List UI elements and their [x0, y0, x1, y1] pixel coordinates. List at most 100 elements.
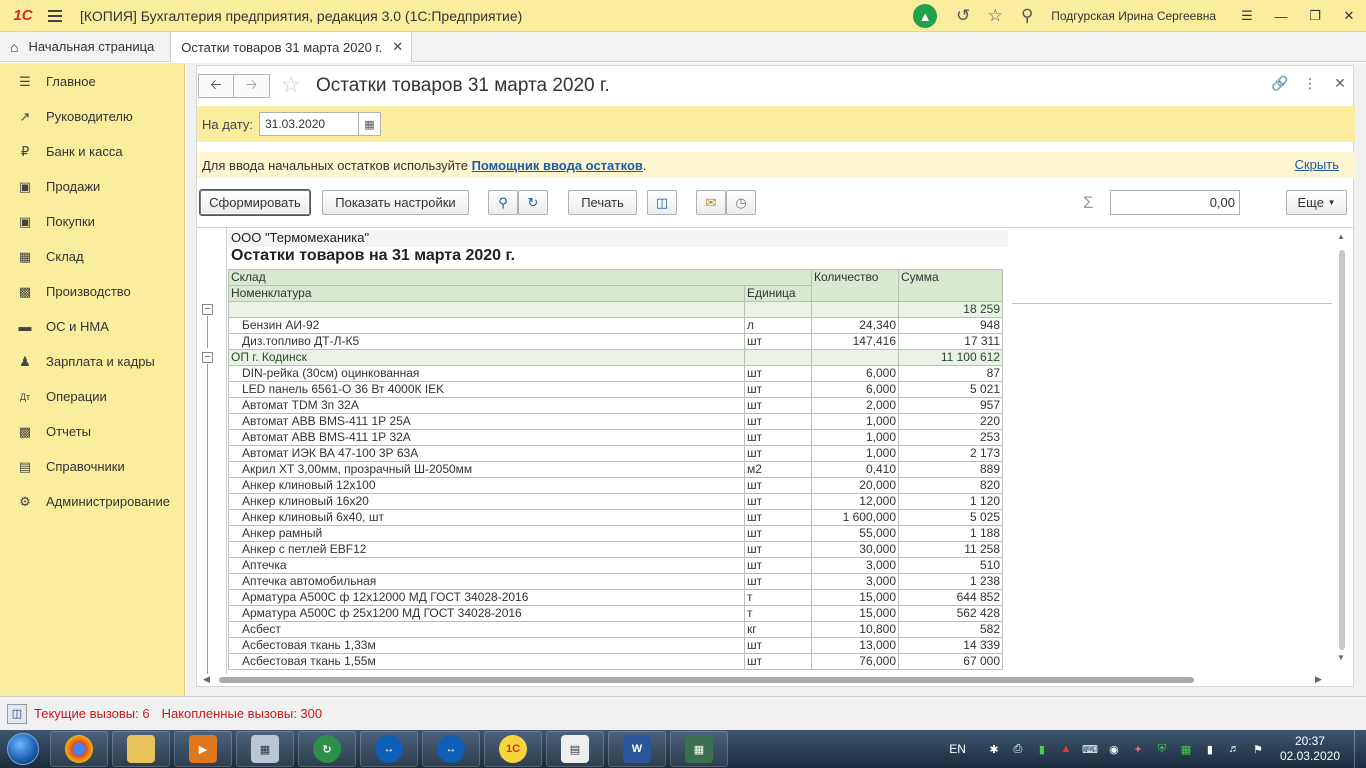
tab-document[interactable]: Остатки товаров 31 марта 2020 г. ✕ [170, 32, 413, 62]
table-row[interactable]: Асбестовая ткань 1,33м шт 13,000 14 339 [228, 637, 1003, 654]
cell-nomenclature[interactable]: Диз.топливо ДТ-Л-К5 [228, 333, 745, 350]
cell-qty[interactable]: 55,000 [811, 525, 899, 542]
taskbar-1c-configurator[interactable]: ▤ [546, 731, 604, 767]
sidebar-item-purchases[interactable]: ▣ Покупки [0, 204, 184, 239]
cell-qty[interactable]: 3,000 [811, 557, 899, 574]
cell-qty[interactable]: 1,000 [811, 429, 899, 446]
back-button[interactable]: 🡠 [198, 74, 234, 98]
cell-nomenclature[interactable]: Анкер рамный [228, 525, 745, 542]
cell-unit[interactable]: м2 [744, 461, 812, 478]
group-row[interactable]: ОП г. Кодинск 11 100 612 [228, 349, 1003, 366]
table-row[interactable]: Анкер клиновый 6х40, шт шт 1 600,000 5 025 [228, 509, 1003, 526]
scroll-down-icon[interactable]: ▼ [1337, 653, 1345, 662]
sidebar-item-bank[interactable]: ₽ Банк и касса [0, 134, 184, 169]
sidebar-item-operations[interactable]: Дт Операции [0, 379, 184, 414]
table-row[interactable]: Арматура А500С ф 25х1200 МД ГОСТ 34028-2… [228, 605, 1003, 622]
cell-qty[interactable]: 15,000 [811, 589, 899, 606]
calendar-icon[interactable]: ▦ [358, 112, 381, 136]
link-icon[interactable]: 🔗 [1271, 75, 1289, 92]
table-row[interactable]: Арматура А500С ф 12х12000 МД ГОСТ 34028-… [228, 589, 1003, 606]
cell-sum[interactable]: 87 [898, 365, 1003, 382]
cell-qty[interactable]: 3,000 [811, 573, 899, 590]
cell-sum[interactable]: 11 100 612 [898, 349, 1003, 366]
more-button[interactable]: Еще ▼ [1286, 190, 1347, 215]
cell-unit[interactable]: шт [744, 333, 812, 350]
cell-nomenclature[interactable]: Анкер клиновый 12х100 [228, 477, 745, 494]
sidebar-item-directories[interactable]: ▤ Справочники [0, 449, 184, 484]
cell-qty[interactable]: 0,410 [811, 461, 899, 478]
start-button[interactable] [0, 730, 46, 768]
collapse-group-toggle[interactable]: – [202, 352, 213, 363]
close-window-button[interactable]: ✕ [1332, 0, 1366, 32]
cell-nomenclature[interactable]: Аптечка [228, 557, 745, 574]
taskbar-teamviewer[interactable]: ↔ [360, 731, 418, 767]
cell-unit[interactable]: шт [744, 413, 812, 430]
cell-sum[interactable]: 1 120 [898, 493, 1003, 510]
cell-nomenclature[interactable]: Анкер с петлей EBF12 [228, 541, 745, 558]
taskbar-task-manager[interactable]: ▦ [670, 731, 728, 767]
taskbar-teamviewer-update[interactable]: ↻ [298, 731, 356, 767]
mail-icon[interactable]: ✉ [696, 190, 726, 215]
cell-unit[interactable]: т [744, 589, 812, 606]
cell-nomenclature[interactable]: Автомат ИЭК ВА 47-100 3Р 63А [228, 445, 745, 462]
more-actions-icon[interactable]: ⋮ [1301, 75, 1319, 92]
cell-nomenclature[interactable]: Арматура А500С ф 12х12000 МД ГОСТ 34028-… [228, 589, 745, 606]
clock[interactable]: 20:37 02.03.2020 [1280, 734, 1340, 764]
cell-qty[interactable] [811, 301, 899, 318]
keyboard-icon[interactable]: ⌨ [1080, 742, 1100, 756]
table-row[interactable]: Анкер рамный шт 55,000 1 188 [228, 525, 1003, 542]
cell-qty[interactable] [811, 349, 899, 366]
opening-balance-wizard-link[interactable]: Помощник ввода остатков [472, 158, 643, 173]
generate-button[interactable]: Сформировать [200, 190, 310, 215]
print-button[interactable]: Печать [568, 190, 637, 215]
cell-sum[interactable]: 5 021 [898, 381, 1003, 398]
cell-sum[interactable]: 67 000 [898, 653, 1003, 670]
cell-unit[interactable]: шт [744, 493, 812, 510]
flag-icon[interactable]: ⚑ [1248, 742, 1268, 756]
tab-home[interactable]: ⌂ Начальная страница [0, 32, 170, 61]
update-tray-icon[interactable]: ▦ [1176, 742, 1196, 756]
notifications-bell-icon[interactable]: ▲ [913, 4, 938, 28]
vertical-scroll-thumb[interactable] [1339, 250, 1345, 650]
cell-unit[interactable]: шт [744, 525, 812, 542]
cell-unit[interactable]: шт [744, 509, 812, 526]
cell-nomenclature[interactable]: Автомат ABB BMS-411 1Р 25А [228, 413, 745, 430]
cell-qty[interactable]: 10,800 [811, 621, 899, 638]
table-row[interactable]: Бензин АИ-92 л 24,340 948 [228, 317, 1003, 334]
cell-qty[interactable]: 6,000 [811, 365, 899, 382]
cell-sum[interactable]: 5 025 [898, 509, 1003, 526]
schedule-clock-icon[interactable]: ◷ [726, 190, 756, 215]
sidebar-item-manager[interactable]: ↗ Руководителю [0, 99, 184, 134]
sidebar-item-main[interactable]: ☰ Главное [0, 64, 184, 99]
cell-nomenclature[interactable]: Асбестовая ткань 1,33м [228, 637, 745, 654]
cell-sum[interactable]: 11 258 [898, 541, 1003, 558]
taskbar-1c[interactable]: 1С [484, 731, 542, 767]
cell-qty[interactable]: 2,000 [811, 397, 899, 414]
cell-unit[interactable]: шт [744, 637, 812, 654]
cell-nomenclature[interactable]: Автомат TDM 3п 32А [228, 397, 745, 414]
taskbar-explorer[interactable] [112, 731, 170, 767]
table-row[interactable]: Аптечка автомобильная шт 3,000 1 238 [228, 573, 1003, 590]
taskbar-media-player[interactable]: ▶ [174, 731, 232, 767]
cell-unit[interactable]: шт [744, 477, 812, 494]
group-row[interactable]: 18 259 [228, 301, 1003, 318]
horizontal-scroll-thumb[interactable] [219, 677, 1194, 683]
cell-nomenclature[interactable]: Анкер клиновый 6х40, шт [228, 509, 745, 526]
cell-unit[interactable]: шт [744, 381, 812, 398]
cell-unit[interactable]: шт [744, 365, 812, 382]
cell-sum[interactable]: 889 [898, 461, 1003, 478]
cell-unit[interactable]: шт [744, 429, 812, 446]
cell-qty[interactable]: 24,340 [811, 317, 899, 334]
language-indicator[interactable]: EN [949, 742, 966, 756]
scroll-right-icon[interactable]: ▶ [1315, 674, 1322, 685]
tools-icon[interactable]: ✦ [1128, 742, 1148, 756]
cell-nomenclature[interactable]: Акрил ХТ 3,00мм, прозрачный Ш-2050мм [228, 461, 745, 478]
cell-nomenclature[interactable]: Анкер клиновый 16х20 [228, 493, 745, 510]
cell-sum[interactable]: 582 [898, 621, 1003, 638]
cell-nomenclature[interactable]: LED панель 6561-О 36 Вт 4000К IEK [228, 381, 745, 398]
cell-unit[interactable] [744, 349, 812, 366]
bluetooth-icon[interactable]: ✱ [984, 742, 1004, 756]
cell-qty[interactable]: 13,000 [811, 637, 899, 654]
cell-unit[interactable]: кг [744, 621, 812, 638]
cell-unit[interactable]: шт [744, 541, 812, 558]
